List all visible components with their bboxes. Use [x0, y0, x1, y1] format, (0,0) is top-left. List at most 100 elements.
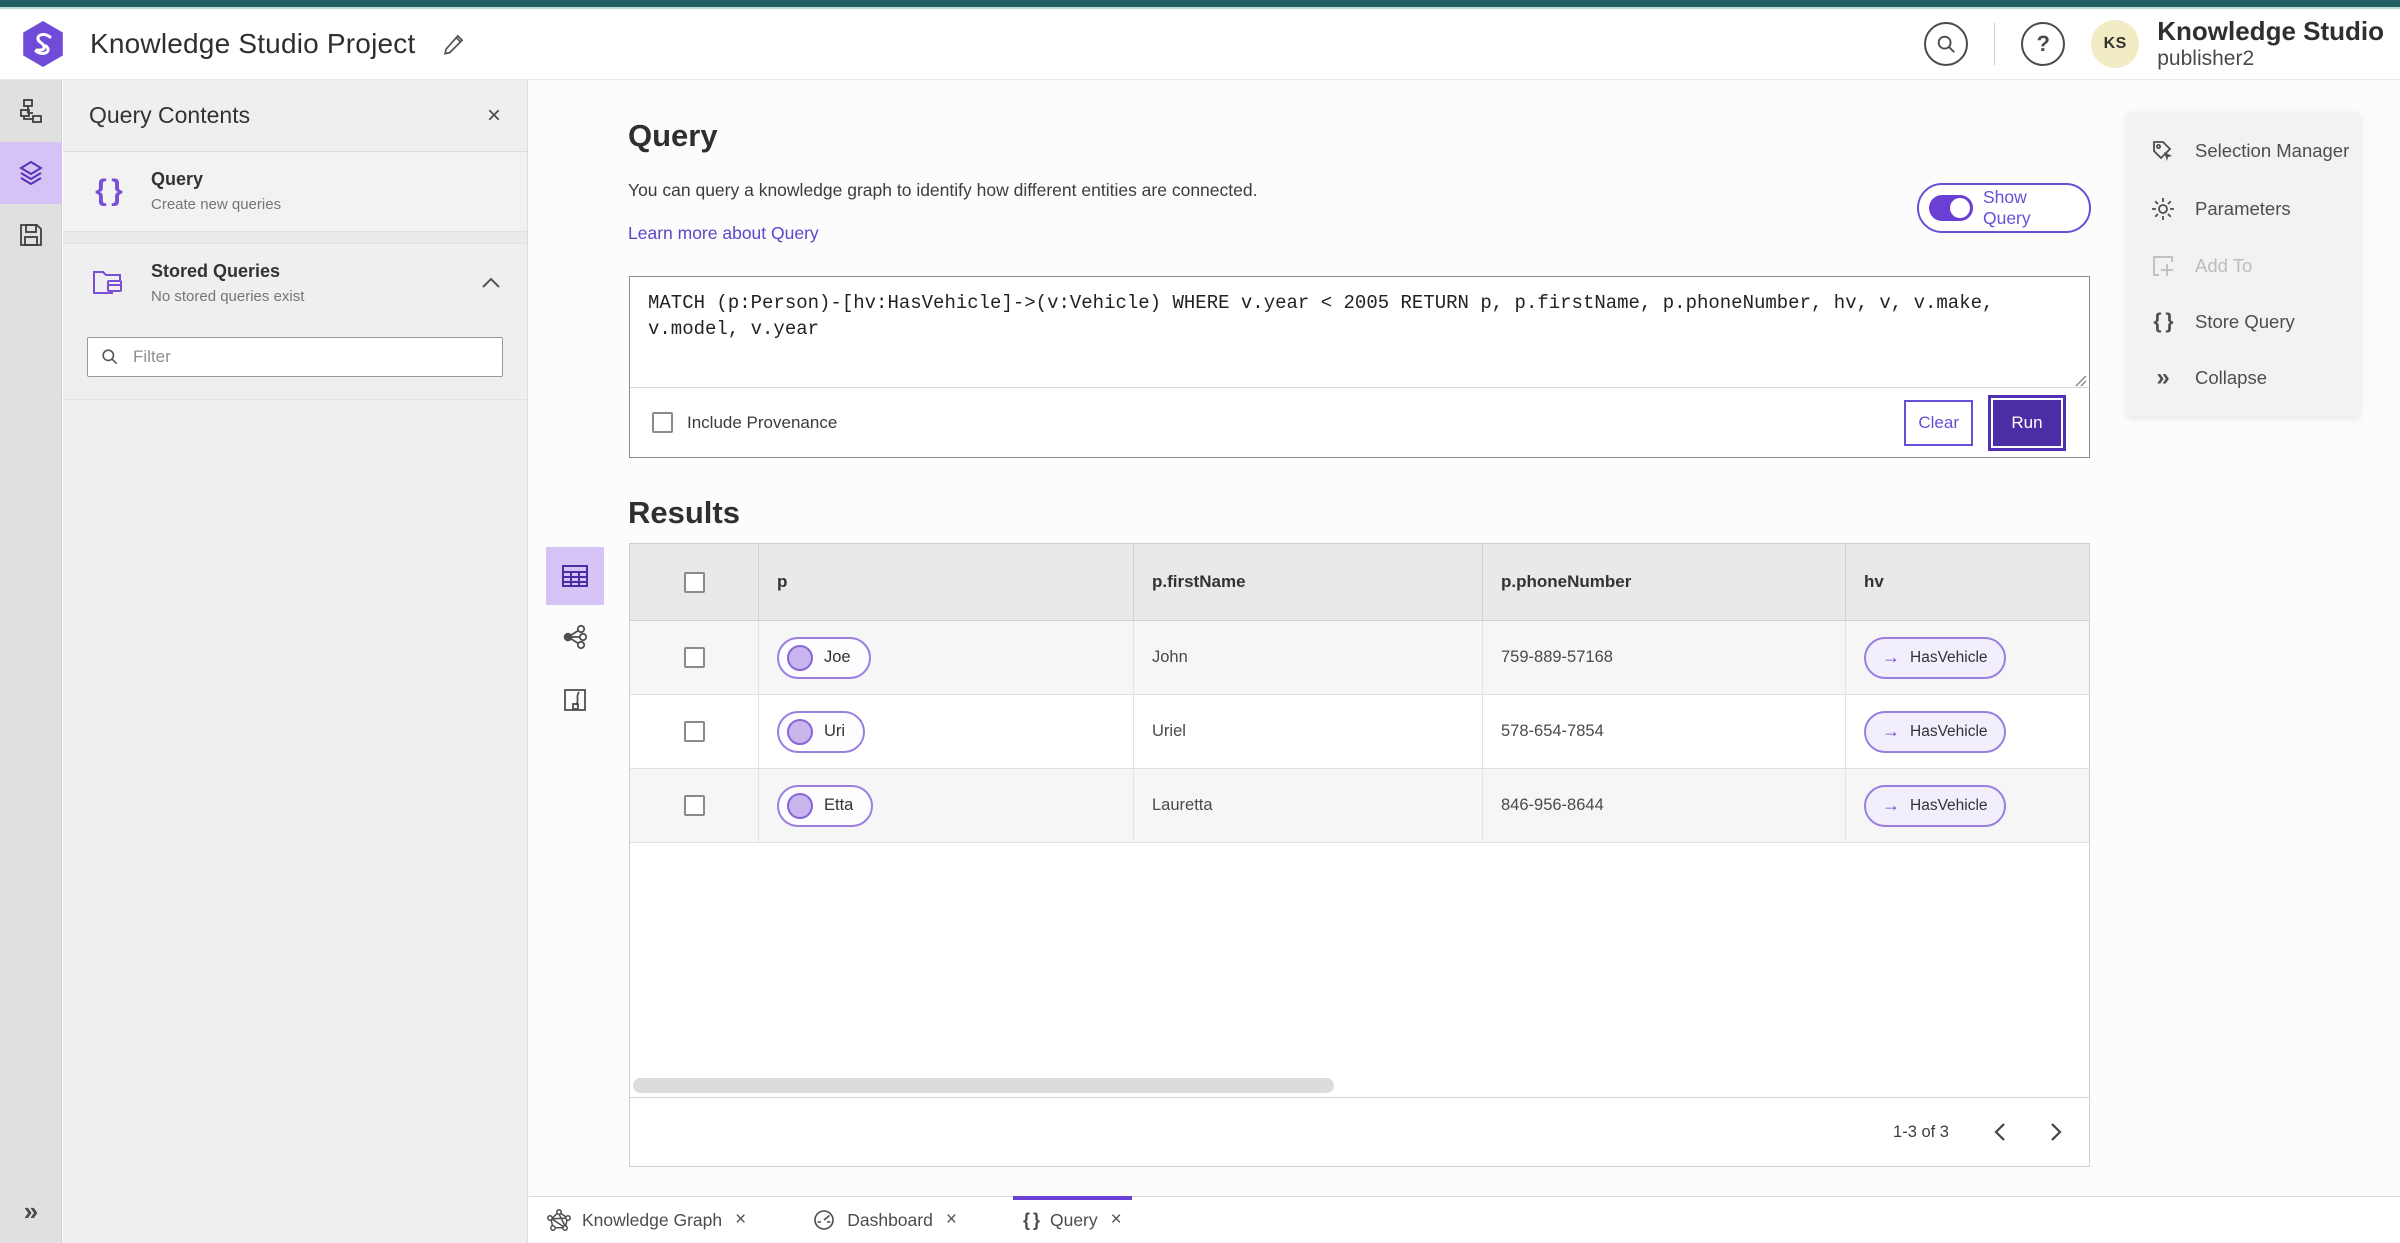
query-input[interactable]: MATCH (p:Person)-[hv:HasVehicle]->(v:Veh… [630, 277, 2089, 389]
tab-knowledge-graph[interactable]: Knowledge Graph × [543, 1197, 750, 1243]
chart-view-button[interactable] [551, 676, 599, 724]
close-panel-icon[interactable]: × [487, 102, 501, 130]
node-pill[interactable]: Etta [777, 784, 874, 827]
chevron-up-icon[interactable] [481, 277, 501, 289]
node-dot-icon [787, 792, 813, 819]
edge-arrow-icon: → [1882, 647, 1900, 667]
close-tab-icon[interactable]: × [946, 1209, 957, 1231]
include-provenance-checkbox[interactable] [652, 412, 673, 433]
edge-pill[interactable]: → HasVehicle [1864, 784, 2006, 827]
close-tab-icon[interactable]: × [735, 1209, 746, 1231]
knowledge-graph-icon [547, 1209, 571, 1231]
edit-title-icon[interactable] [441, 31, 467, 57]
selection-manager-icon [2149, 138, 2177, 164]
stored-queries-folder-icon [89, 267, 127, 299]
rail-save-icon[interactable] [0, 204, 62, 266]
run-button[interactable]: Run [1991, 397, 2063, 448]
query-editor: MATCH (p:Person)-[hv:HasVehicle]->(v:Veh… [629, 276, 2090, 458]
search-icon[interactable] [1924, 22, 1969, 66]
cell-phonenumber: 578-654-7854 [1483, 695, 1846, 768]
horizontal-scrollbar[interactable] [633, 1078, 1334, 1093]
close-tab-icon[interactable]: × [1111, 1209, 1122, 1231]
add-to-icon [2149, 254, 2177, 278]
query-item-title: Query [151, 169, 204, 189]
filter-input[interactable] [131, 345, 490, 368]
expand-rail-icon[interactable]: » [0, 1187, 62, 1235]
table-pagination: 1-3 of 3 [630, 1097, 2089, 1166]
previous-page-icon[interactable] [1993, 1122, 2006, 1142]
show-query-toggle[interactable]: Show Query [1917, 183, 2091, 233]
main-content: Query You can query a knowledge graph to… [529, 80, 2400, 1196]
panel-item-query[interactable]: { } Query Create new queries [63, 152, 527, 232]
user-name: Knowledge Studio [2157, 15, 2384, 46]
rail-layers-icon[interactable] [0, 142, 62, 204]
cell-firstname: John [1134, 621, 1483, 694]
user-info: Knowledge Studio publisher2 [2157, 15, 2384, 71]
node-dot-icon [787, 644, 813, 671]
panel-item-stored-queries[interactable]: Stored Queries No stored queries exist [63, 244, 527, 323]
column-header-hv[interactable]: hv [1846, 544, 2089, 620]
node-dot-icon [787, 718, 813, 745]
header-divider [1994, 23, 1996, 65]
node-pill[interactable]: Uri [777, 710, 866, 753]
row-checkbox[interactable] [683, 721, 705, 742]
gear-icon [2149, 196, 2177, 222]
rail-hierarchy-icon[interactable] [0, 80, 62, 142]
edge-arrow-icon: → [1882, 795, 1900, 815]
selection-manager-item[interactable]: Selection Manager [2127, 138, 2360, 164]
store-query-item[interactable]: { } Store Query [2127, 310, 2360, 334]
clear-button[interactable]: Clear [1904, 399, 1973, 446]
top-accent-bar [0, 0, 2400, 7]
show-query-label: Show Query [1982, 187, 2031, 228]
filter-field [87, 336, 503, 377]
query-description: You can query a knowledge graph to ident… [628, 180, 1258, 200]
results-title: Results [628, 495, 740, 530]
tab-query[interactable]: { } Query × [1012, 1196, 1132, 1243]
row-checkbox[interactable] [683, 795, 705, 816]
table-row: Etta Lauretta 846-956-8644 → HasVehicle [630, 769, 2089, 843]
query-section-title: Query [628, 118, 718, 153]
graph-view-button[interactable] [551, 613, 599, 661]
include-provenance-label: Include Provenance [687, 412, 838, 432]
query-contents-panel: Query Contents × { } Query Create new qu… [63, 80, 528, 1243]
query-actions-panel: Selection Manager Parameters Add To { } … [2127, 112, 2360, 416]
pagination-range: 1-3 of 3 [1893, 1122, 1949, 1141]
collapse-item[interactable]: » Collapse [2127, 366, 2360, 390]
help-icon[interactable]: ? [2021, 22, 2066, 66]
table-row: Joe John 759-889-57168 → HasVehicle [630, 621, 2089, 695]
edge-pill[interactable]: → HasVehicle [1864, 710, 2006, 753]
edge-pill[interactable]: → HasVehicle [1864, 636, 2006, 679]
user-role: publisher2 [2157, 46, 2255, 70]
braces-icon: { } [1022, 1209, 1040, 1230]
table-header-row: p p.firstName p.phoneNumber hv [630, 544, 2089, 621]
left-rail: » [0, 80, 62, 1243]
query-item-subtitle: Create new queries [151, 196, 282, 214]
app-logo-icon[interactable] [23, 21, 63, 67]
column-header-firstname[interactable]: p.firstName [1134, 544, 1483, 620]
column-header-p[interactable]: p [759, 544, 1134, 620]
dashboard-icon [814, 1210, 835, 1230]
next-page-icon[interactable] [2050, 1122, 2063, 1142]
learn-more-link[interactable]: Learn more about Query [628, 223, 819, 244]
row-checkbox[interactable] [683, 647, 705, 668]
panel-gap [63, 231, 527, 244]
add-to-item: Add To [2127, 254, 2360, 278]
tab-dashboard[interactable]: Dashboard × [808, 1197, 961, 1243]
header-actions: ? KS Knowledge Studio publisher2 [1924, 15, 2400, 71]
column-header-phonenumber[interactable]: p.phoneNumber [1483, 544, 1846, 620]
app-header: Knowledge Studio Project ? KS Knowledge … [0, 9, 2400, 80]
table-row: Uri Uriel 578-654-7854 → HasVehicle [630, 695, 2089, 769]
parameters-item[interactable]: Parameters [2127, 196, 2360, 222]
panel-title: Query Contents [89, 102, 251, 128]
resize-handle-icon[interactable] [2073, 373, 2087, 387]
braces-icon: { } [2153, 310, 2173, 333]
avatar[interactable]: KS [2091, 20, 2140, 68]
cell-firstname: Lauretta [1134, 769, 1483, 842]
select-all-checkbox[interactable] [683, 571, 705, 593]
node-pill[interactable]: Joe [777, 636, 871, 679]
stored-queries-title: Stored Queries [151, 260, 281, 281]
toggle-on-icon [1929, 195, 1973, 221]
results-table: p p.firstName p.phoneNumber hv Joe John … [629, 543, 2090, 1167]
table-view-button[interactable] [546, 547, 604, 605]
cell-phonenumber: 759-889-57168 [1483, 621, 1846, 694]
